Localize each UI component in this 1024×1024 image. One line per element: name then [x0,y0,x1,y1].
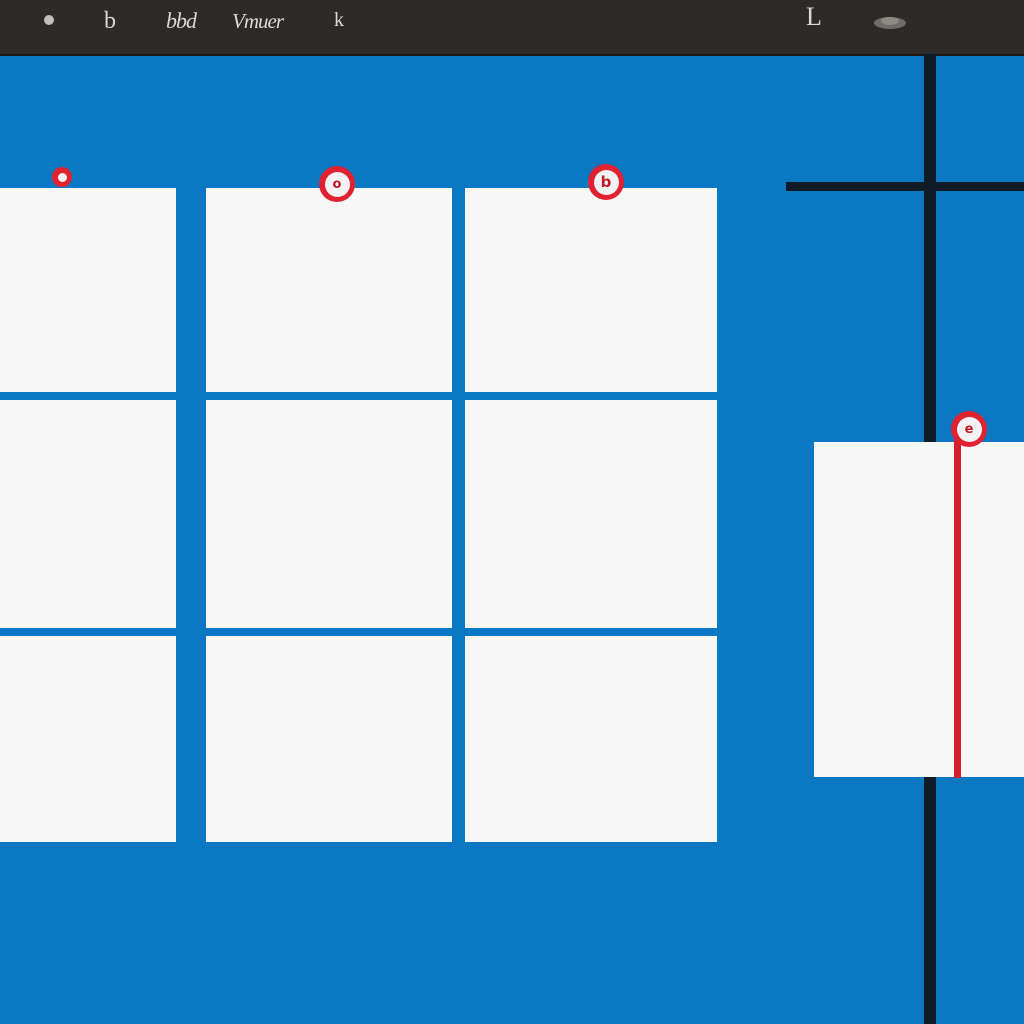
eye-icon[interactable] [872,14,908,32]
top-toolbar: b bbd Vmuer k L [0,0,1024,56]
toolbar-item-b[interactable]: b [104,9,116,33]
toolbar-item-bbd[interactable]: bbd [166,10,197,32]
cursor-icon[interactable]: k [334,9,344,31]
grid-card-r2c3[interactable] [465,400,717,628]
record-dot-icon[interactable] [44,15,54,25]
pin-marker-1[interactable] [52,167,72,187]
red-guide-line[interactable] [954,440,961,778]
grid-card-r2c2[interactable] [206,400,452,628]
pin-marker-4[interactable]: e [951,411,987,447]
pin-marker-3[interactable]: b [588,164,624,200]
canvas-workspace: b bbd Vmuer k L o b e [0,0,1024,1024]
grid-card-r2c1[interactable] [0,400,176,628]
pin-marker-2-label: o [324,171,350,197]
horizontal-guide-line[interactable] [786,182,1024,191]
pin-marker-3-label: b [593,169,619,195]
pin-marker-2[interactable]: o [319,166,355,202]
toolbar-item-vmuer[interactable]: Vmuer [232,10,284,32]
pin-marker-1-label [57,172,67,182]
grid-card-r3c3[interactable] [465,636,717,842]
grid-card-r3c2[interactable] [206,636,452,842]
grid-card-r1c2[interactable] [206,188,452,392]
grid-card-r1c1[interactable] [0,188,176,392]
bracket-icon[interactable]: L [806,4,822,30]
grid-card-r3c1[interactable] [0,636,176,842]
side-card[interactable] [814,442,1024,777]
grid-card-r1c3[interactable] [465,188,717,392]
pin-marker-4-label: e [956,416,982,442]
